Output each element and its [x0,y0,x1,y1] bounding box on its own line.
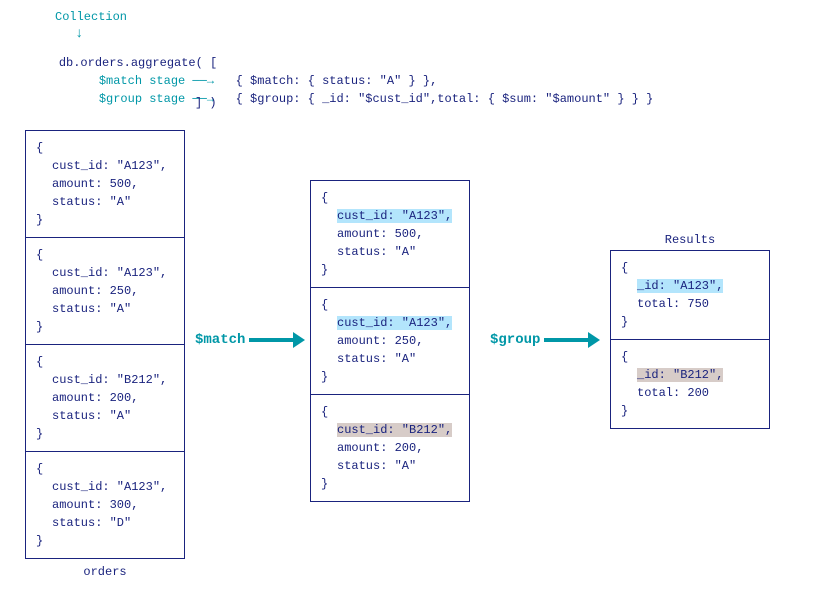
field-total: total: 200 [621,384,761,402]
field-amount: amount: 250, [321,332,461,350]
field-amount: amount: 300, [36,496,176,514]
field-amount: amount: 500, [321,225,461,243]
field-cust-id: cust_id: "A123", [36,157,176,175]
orders-column-label: orders [25,565,185,579]
field-cust-id: cust_id: "A123", [36,264,176,282]
down-arrow-icon: ↓ [75,26,83,42]
field-cust-id: cust_id: "A123", [36,478,176,496]
matched-doc: { cust_id: "A123", amount: 250, status: … [311,288,469,395]
field-status: status: "A" [321,457,461,475]
field-amount: amount: 200, [36,389,176,407]
matched-column: { cust_id: "A123", amount: 500, status: … [310,180,470,502]
field-id: _id: "B212", [637,368,723,382]
results-doc: { _id: "A123", total: 750 } [611,251,769,340]
orders-column: { cust_id: "A123", amount: 500, status: … [25,130,185,559]
group-stage-label: $group stage [99,92,185,106]
field-amount: amount: 200, [321,439,461,457]
match-flow-label: $match [195,332,245,348]
field-status: status: "D" [36,514,176,532]
code-line-close: ] ) [195,96,217,110]
results-column-label: Results [610,233,770,247]
group-stage-code: { $group: { _id: "$cust_id",total: { $su… [236,92,654,106]
group-flow-arrow: $group [490,330,600,350]
matched-doc: { cust_id: "A123", amount: 500, status: … [311,181,469,288]
matched-doc: { cust_id: "B212", amount: 200, status: … [311,395,469,501]
field-status: status: "A" [36,193,176,211]
field-status: status: "A" [321,350,461,368]
orders-doc: { cust_id: "A123", amount: 250, status: … [26,238,184,345]
results-column: { _id: "A123", total: 750 } { _id: "B212… [610,250,770,429]
orders-doc: { cust_id: "B212", amount: 200, status: … [26,345,184,452]
field-cust-id: cust_id: "A123", [337,316,452,330]
arrow-right-icon [249,330,305,350]
field-id: _id: "A123", [637,279,723,293]
field-amount: amount: 500, [36,175,176,193]
code-line-group: $group stage ──→ { $group: { _id: "$cust… [30,78,653,120]
orders-doc: { cust_id: "A123", amount: 300, status: … [26,452,184,558]
field-cust-id: cust_id: "A123", [337,209,452,223]
field-status: status: "A" [36,407,176,425]
arrow-right-icon [544,330,600,350]
field-amount: amount: 250, [36,282,176,300]
group-flow-label: $group [490,332,540,348]
field-status: status: "A" [36,300,176,318]
collection-label: Collection [55,10,127,24]
field-cust-id: cust_id: "B212", [36,371,176,389]
field-status: status: "A" [321,243,461,261]
results-doc: { _id: "B212", total: 200 } [611,340,769,428]
match-flow-arrow: $match [195,330,305,350]
field-cust-id: cust_id: "B212", [337,423,452,437]
orders-doc: { cust_id: "A123", amount: 500, status: … [26,131,184,238]
field-total: total: 750 [621,295,761,313]
